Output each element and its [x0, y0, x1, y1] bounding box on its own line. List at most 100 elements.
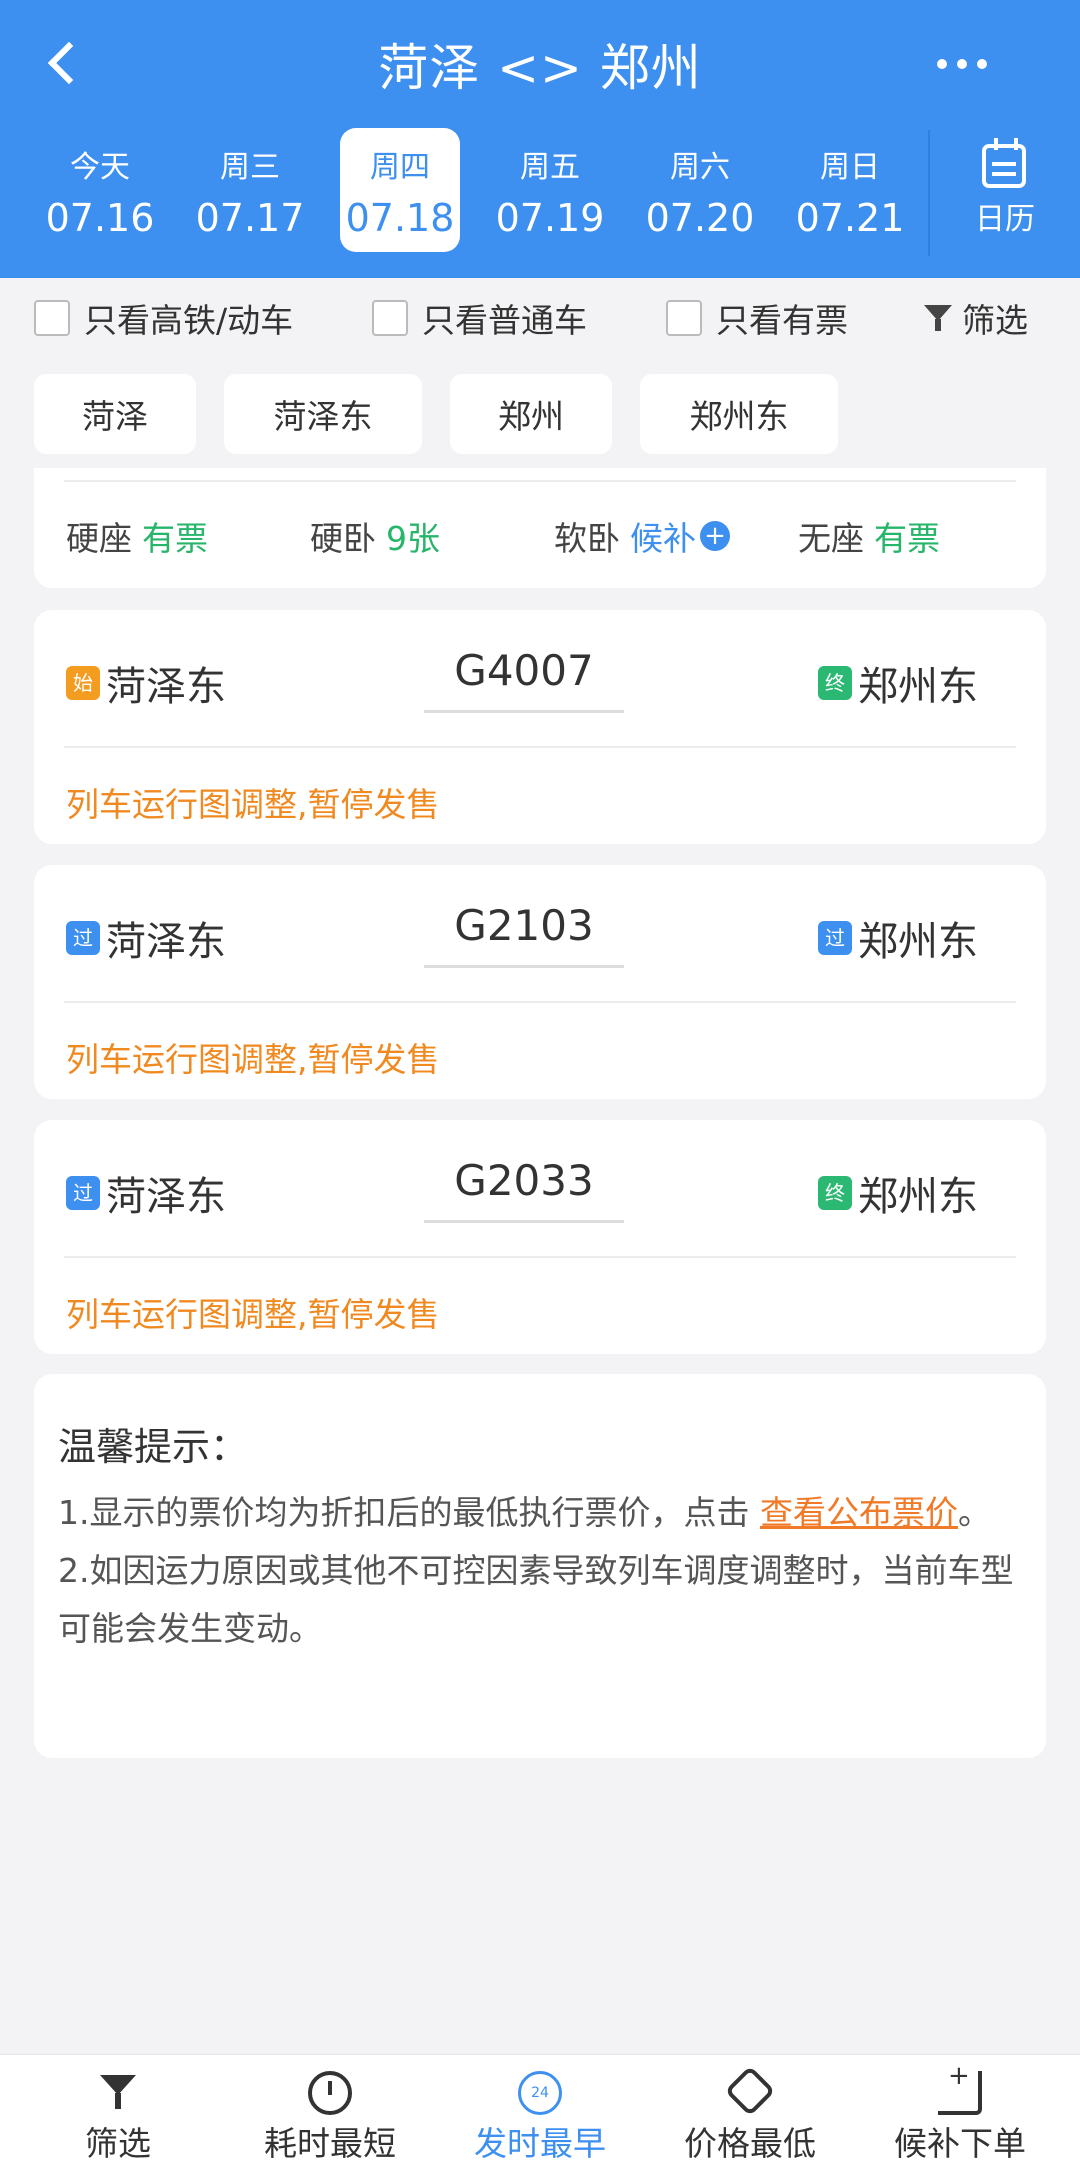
tab-shortest-duration[interactable]: 耗时最短	[222, 2055, 438, 2169]
route-line	[424, 1220, 624, 1223]
tab-label: 耗时最短	[264, 2124, 396, 2163]
tab-label: 筛选	[85, 2124, 151, 2163]
arrival-station: 终郑州东	[818, 654, 978, 712]
date-tab-selected[interactable]: 周四 07.18	[340, 128, 460, 252]
dot-icon	[957, 59, 967, 69]
train-card[interactable]: 过菏泽东 G2033 终郑州东 列车运行图调整,暂停发售	[34, 1120, 1046, 1354]
clock-icon	[308, 2071, 352, 2115]
seat-type: 无座	[798, 519, 864, 558]
available-only-checkbox[interactable]: 只看有票	[666, 298, 848, 340]
tab-lowest-price[interactable]: 价格最低	[642, 2055, 858, 2169]
tab-label: 发时最早	[474, 2124, 606, 2163]
date-value: 07.18	[345, 196, 455, 240]
dot-icon	[937, 59, 947, 69]
date-value: 07.16	[45, 196, 155, 240]
divider	[928, 130, 930, 256]
train-card[interactable]: 过菏泽东 G2103 过郑州东 列车运行图调整,暂停发售	[34, 865, 1046, 1099]
departure-station: 过菏泽东	[66, 909, 226, 967]
add-waitlist-icon[interactable]: +	[700, 521, 730, 551]
date-weekday: 今天	[70, 150, 130, 185]
filter-icon	[96, 2071, 140, 2115]
filter-button[interactable]: 筛选	[924, 298, 1028, 340]
start-station-badge: 始	[66, 666, 100, 700]
seat-status: 有票	[142, 519, 208, 558]
seat-info[interactable]: 软卧 候补 +	[554, 512, 730, 560]
seat-info: 硬座 有票	[66, 512, 208, 560]
sale-notice: 列车运行图调整,暂停发售	[66, 1295, 440, 1334]
arrival-station: 过郑州东	[818, 909, 978, 967]
seat-status: 有票	[874, 519, 940, 558]
station-chip[interactable]: 菏泽东	[224, 374, 422, 454]
station-name: 郑州东	[858, 919, 978, 965]
seat-info: 硬卧 9张	[310, 512, 440, 560]
tips-title: 温馨提示：	[58, 1425, 249, 1469]
normal-train-only-checkbox[interactable]: 只看普通车	[372, 298, 587, 340]
date-weekday: 周六	[670, 150, 730, 185]
tab-waitlist-order[interactable]: 候补下单	[852, 2055, 1068, 2169]
calendar-button[interactable]: 日历	[940, 130, 1070, 260]
calendar-label: 日历	[975, 202, 1035, 237]
date-tab[interactable]: 周日 07.21	[790, 128, 910, 252]
date-weekday: 周三	[220, 150, 280, 185]
date-weekday: 周五	[520, 150, 580, 185]
checkbox-icon	[666, 300, 702, 336]
pass-station-badge: 过	[66, 1176, 100, 1210]
date-tab[interactable]: 今天 07.16	[40, 128, 160, 252]
departure-station: 始菏泽东	[66, 654, 226, 712]
seat-type: 硬卧	[310, 519, 376, 558]
station-name: 菏泽东	[106, 919, 226, 965]
seat-info: 无座 有票	[798, 512, 940, 560]
checkbox-label: 只看普通车	[422, 301, 587, 340]
arrival-station: 终郑州东	[818, 1164, 978, 1222]
station-chip[interactable]: 菏泽	[34, 374, 196, 454]
high-speed-only-checkbox[interactable]: 只看高铁/动车	[34, 298, 293, 340]
tab-filter[interactable]: 筛选	[10, 2055, 226, 2169]
station-chip[interactable]: 郑州东	[640, 374, 838, 454]
dot-icon	[977, 59, 987, 69]
date-tab[interactable]: 周五 07.19	[490, 128, 610, 252]
date-value: 07.21	[795, 196, 905, 240]
cart-icon	[938, 2061, 982, 2115]
filter-bar: 只看高铁/动车 只看普通车 只看有票 筛选	[0, 278, 1080, 358]
tips-card: 温馨提示： 1.显示的票价均为折扣后的最低执行票价，点击 查看公布票价。 2.如…	[34, 1374, 1046, 1758]
tab-earliest-departure[interactable]: 24 发时最早	[432, 2055, 648, 2169]
bottom-toolbar: 筛选 耗时最短 24 发时最早 价格最低 候补下单	[0, 2054, 1080, 2169]
price-tag-icon	[724, 2065, 776, 2117]
seat-type: 软卧	[554, 519, 620, 558]
sale-notice: 列车运行图调整,暂停发售	[66, 1040, 440, 1079]
tip-text: 。	[957, 1493, 991, 1532]
date-tab[interactable]: 周三 07.17	[190, 128, 310, 252]
filter-label: 筛选	[962, 301, 1028, 340]
train-number: G4007	[454, 646, 594, 695]
header: 菏泽 <> 郑州 今天 07.16 周三 07.17 周四 07.18 周五 07.19…	[0, 0, 1080, 278]
divider	[64, 746, 1016, 748]
more-menu-button[interactable]	[912, 44, 1012, 84]
train-card[interactable]: 始菏泽东 G4007 终郑州东 列车运行图调整,暂停发售	[34, 610, 1046, 844]
seat-status: 9张	[386, 519, 440, 558]
tab-label: 价格最低	[684, 2124, 816, 2163]
tips-body: 1.显示的票价均为折扣后的最低执行票价，点击 查看公布票价。 2.如因运力原因或…	[58, 1484, 1018, 1658]
pass-station-badge: 过	[66, 921, 100, 955]
departure-station: 过菏泽东	[66, 1164, 226, 1222]
calendar-icon	[982, 138, 1026, 188]
view-published-price-link[interactable]: 查看公布票价	[760, 1493, 958, 1532]
station-name: 郑州东	[858, 1174, 978, 1220]
tab-label: 候补下单	[894, 2124, 1026, 2163]
date-tabs: 今天 07.16 周三 07.17 周四 07.18 周五 07.19 周六 07.20 …	[0, 128, 930, 254]
checkbox-label: 只看高铁/动车	[84, 301, 294, 340]
date-tab[interactable]: 周六 07.20	[640, 128, 760, 252]
tip-text: 1.显示的票价均为折扣后的最低执行票价，点击	[58, 1493, 760, 1532]
end-station-badge: 终	[818, 666, 852, 700]
date-value: 07.20	[645, 196, 755, 240]
checkbox-icon	[372, 300, 408, 336]
date-weekday: 周日	[820, 150, 880, 185]
pass-station-badge: 过	[818, 921, 852, 955]
route-line	[424, 710, 624, 713]
tip-text: 2.如因运力原因或其他不可控因素导致列车调度调整时，当前车型可能会发生变动。	[58, 1551, 1014, 1648]
station-chip[interactable]: 郑州	[450, 374, 612, 454]
divider	[64, 1001, 1016, 1003]
route-line	[424, 965, 624, 968]
24-icon: 24	[518, 2071, 562, 2115]
seat-availability-card[interactable]: 硬座 有票 硬卧 9张 软卧 候补 + 无座 有票	[34, 468, 1046, 588]
station-name: 菏泽东	[106, 664, 226, 710]
